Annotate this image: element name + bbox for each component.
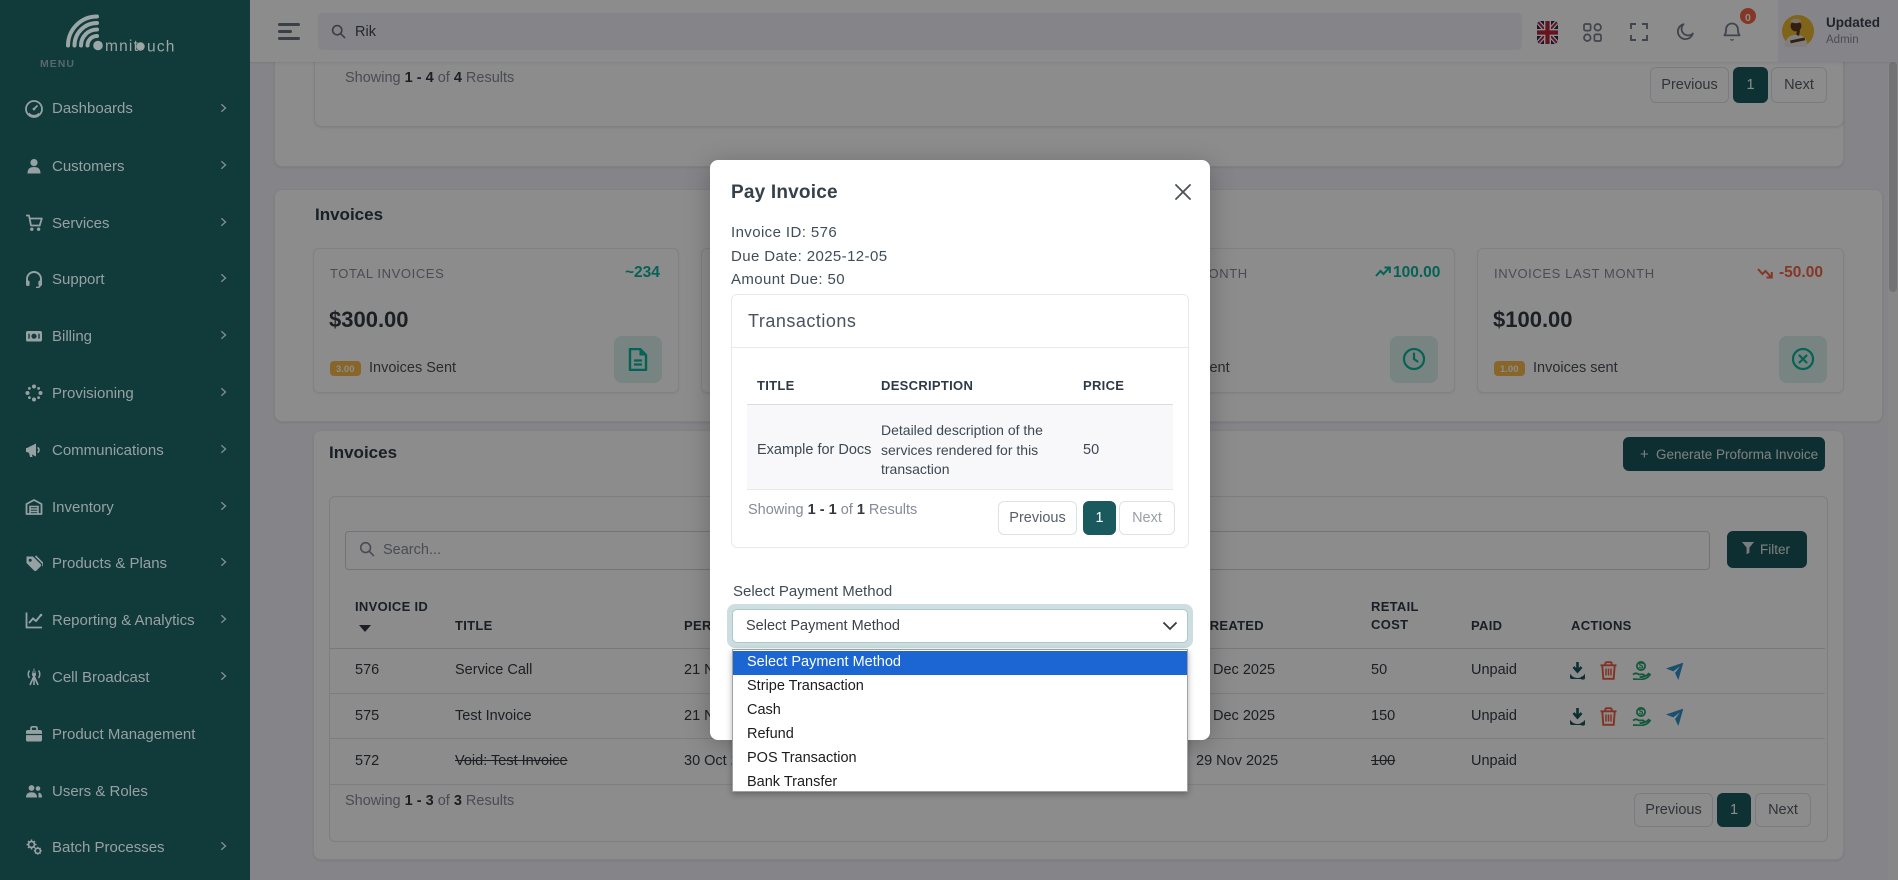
svg-text:uch: uch (147, 39, 176, 56)
svg-text:A: A (32, 669, 36, 675)
svg-text:mnit: mnit (105, 38, 139, 55)
